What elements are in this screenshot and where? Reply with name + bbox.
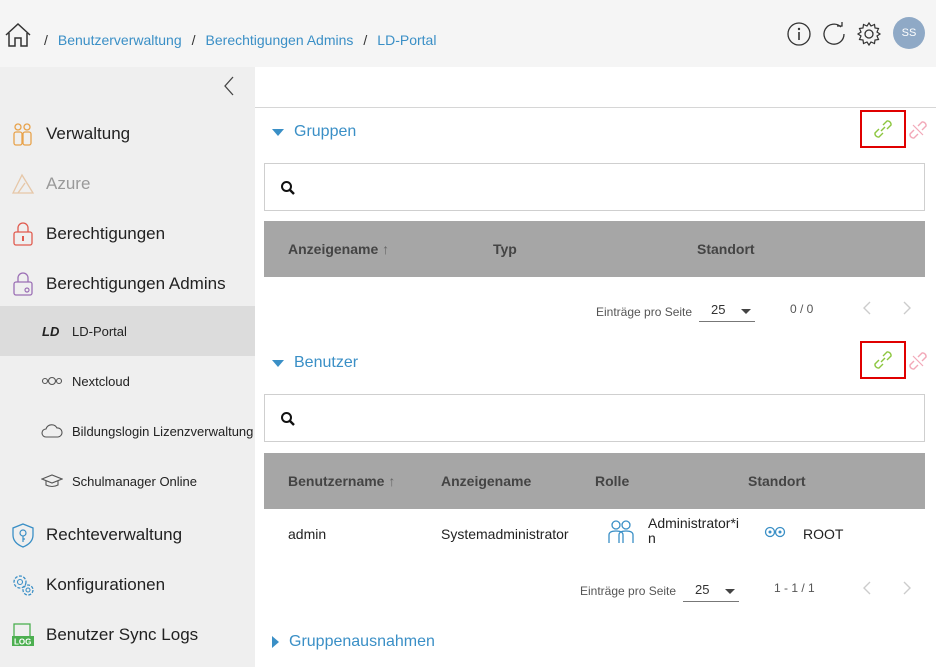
sidebar-subitem-nextcloud[interactable]: Nextcloud [0,356,255,406]
cell-location: ROOT [803,526,844,542]
svg-text:LOG: LOG [14,638,31,647]
sidebar-item-label: Berechtigungen [46,224,166,243]
unlink-icon[interactable] [905,117,931,143]
caret-down-icon [725,589,735,594]
column-header-anzeigename[interactable]: Anzeigename [441,473,531,489]
graduation-cap-icon [41,474,63,488]
nextcloud-icon [41,376,63,386]
key-shield-icon [12,523,34,548]
sidebar: Verwaltung Azure Berechtigungen Berechti… [0,67,255,667]
per-page-label: Einträge pro Seite [580,584,677,598]
gruppen-table-header: Anzeigename ↑ Typ Standort [264,221,925,277]
table-row[interactable]: admin Systemadministrator Administrator*… [264,509,925,559]
lock-icon [13,222,33,246]
link-button[interactable] [860,110,906,148]
per-page-label: Einträge pro Seite [596,305,693,319]
per-page-select[interactable]: 25 [683,580,739,602]
page-range: 1 - 1 / 1 [774,581,815,595]
sidebar-item-label: Konfigurationen [46,575,166,594]
column-header-standort[interactable]: Standort [697,241,755,257]
sidebar-item-label: Verwaltung [46,124,131,143]
section-title: Gruppen [294,123,357,140]
section-gruppen-header[interactable]: Gruppen [272,123,356,141]
sidebar-item-label: Benutzer Sync Logs [46,625,199,644]
chevron-left-icon[interactable] [220,75,238,97]
section-benutzer-header[interactable]: Benutzer [272,354,358,372]
benutzer-search-input[interactable] [264,394,925,442]
caret-down-icon [741,309,751,314]
caret-right-icon [272,636,279,648]
sidebar-item-verwaltung[interactable]: Verwaltung [0,109,255,159]
link-button[interactable] [860,341,906,379]
link-icon [874,351,892,369]
chevron-left-icon[interactable] [861,580,873,596]
azure-icon [11,173,35,194]
sidebar-item-label: Azure [46,174,91,193]
column-header-rolle[interactable]: Rolle [595,473,629,489]
refresh-icon[interactable] [821,21,847,47]
sidebar-item-berechtigungen[interactable]: Berechtigungen [0,209,255,259]
sidebar-item-konfigurationen[interactable]: Konfigurationen [0,560,255,610]
column-header-standort[interactable]: Standort [748,473,806,489]
sidebar-item-azure[interactable]: Azure [0,159,255,209]
section-gruppenausnahmen-header[interactable]: Gruppenausnahmen [272,633,435,651]
chevron-left-icon[interactable] [861,300,873,316]
caret-down-icon [272,359,284,367]
search-icon [281,181,295,195]
column-header-anzeigename[interactable]: Anzeigename ↑ [288,241,389,257]
info-icon[interactable] [786,21,812,47]
cell-role: Administrator*i n [648,515,740,546]
sidebar-subitem-bildungslogin[interactable]: Bildungslogin Lizenzverwaltung [0,406,255,456]
home-icon[interactable] [4,22,32,48]
caret-down-icon [272,128,284,136]
sidebar-subitem-label: LD-Portal [72,323,127,339]
user-avatar[interactable]: SS [893,17,925,49]
breadcrumb-separator: / [191,32,196,48]
ld-logo-icon: LD [42,324,60,339]
chevron-right-icon[interactable] [901,300,913,316]
gears-icon [13,575,34,596]
log-icon: LOG [12,623,34,647]
gear-icon[interactable] [856,21,882,47]
breadcrumb: / Benutzerverwaltung / Berechtigungen Ad… [44,32,446,48]
sidebar-subitem-label: Nextcloud [72,373,130,389]
link-icon [874,120,892,138]
location-icon [764,526,786,538]
breadcrumb-berechtigungen-admins[interactable]: Berechtigungen Admins [206,32,354,48]
divider [255,107,936,108]
sidebar-item-label: Berechtigungen Admins [46,274,226,293]
admin-lock-icon [13,272,33,296]
cell-username: admin [288,526,327,542]
users-role-icon [608,520,634,543]
page-range: 0 / 0 [790,302,814,316]
search-icon [281,412,295,426]
breadcrumb-separator: / [363,32,368,48]
sidebar-subitem-label: Bildungslogin Lizenzverwaltung [72,423,254,439]
section-title: Gruppenausnahmen [289,633,435,650]
cell-display-name: Systemadministrator [441,526,569,542]
sidebar-subitem-schulmanager[interactable]: Schulmanager Online [0,456,255,506]
gruppen-search-input[interactable] [264,163,925,211]
cloud-icon [41,424,63,438]
sidebar-item-label: Rechteverwaltung [46,525,183,544]
top-bar: / Benutzerverwaltung / Berechtigungen Ad… [0,0,936,67]
breadcrumb-separator: / [44,32,48,48]
per-page-select[interactable]: 25 [699,300,755,322]
main-content: Gruppen Anzeigename ↑ Typ Standort Eintr… [255,67,936,667]
unlink-icon[interactable] [905,348,931,374]
sidebar-item-rechteverwaltung[interactable]: Rechteverwaltung [0,510,255,560]
sidebar-item-berechtigungen-admins[interactable]: Berechtigungen Admins [0,259,255,309]
benutzer-table-header: Benutzername ↑ Anzeigename Rolle Standor… [264,453,925,509]
chevron-right-icon[interactable] [901,580,913,596]
column-header-benutzername[interactable]: Benutzername ↑ [288,473,395,489]
svg-text:LD: LD [42,324,60,339]
sidebar-subitem-ld-portal[interactable]: LD LD-Portal [0,306,255,356]
admin-icon [13,123,32,146]
column-header-typ[interactable]: Typ [493,241,517,257]
breadcrumb-benutzerverwaltung[interactable]: Benutzerverwaltung [58,32,182,48]
section-title: Benutzer [294,354,359,371]
breadcrumb-ld-portal[interactable]: LD-Portal [377,32,436,48]
sidebar-subitem-label: Schulmanager Online [72,473,198,489]
sidebar-item-benutzer-sync-logs[interactable]: LOG Benutzer Sync Logs [0,610,255,660]
